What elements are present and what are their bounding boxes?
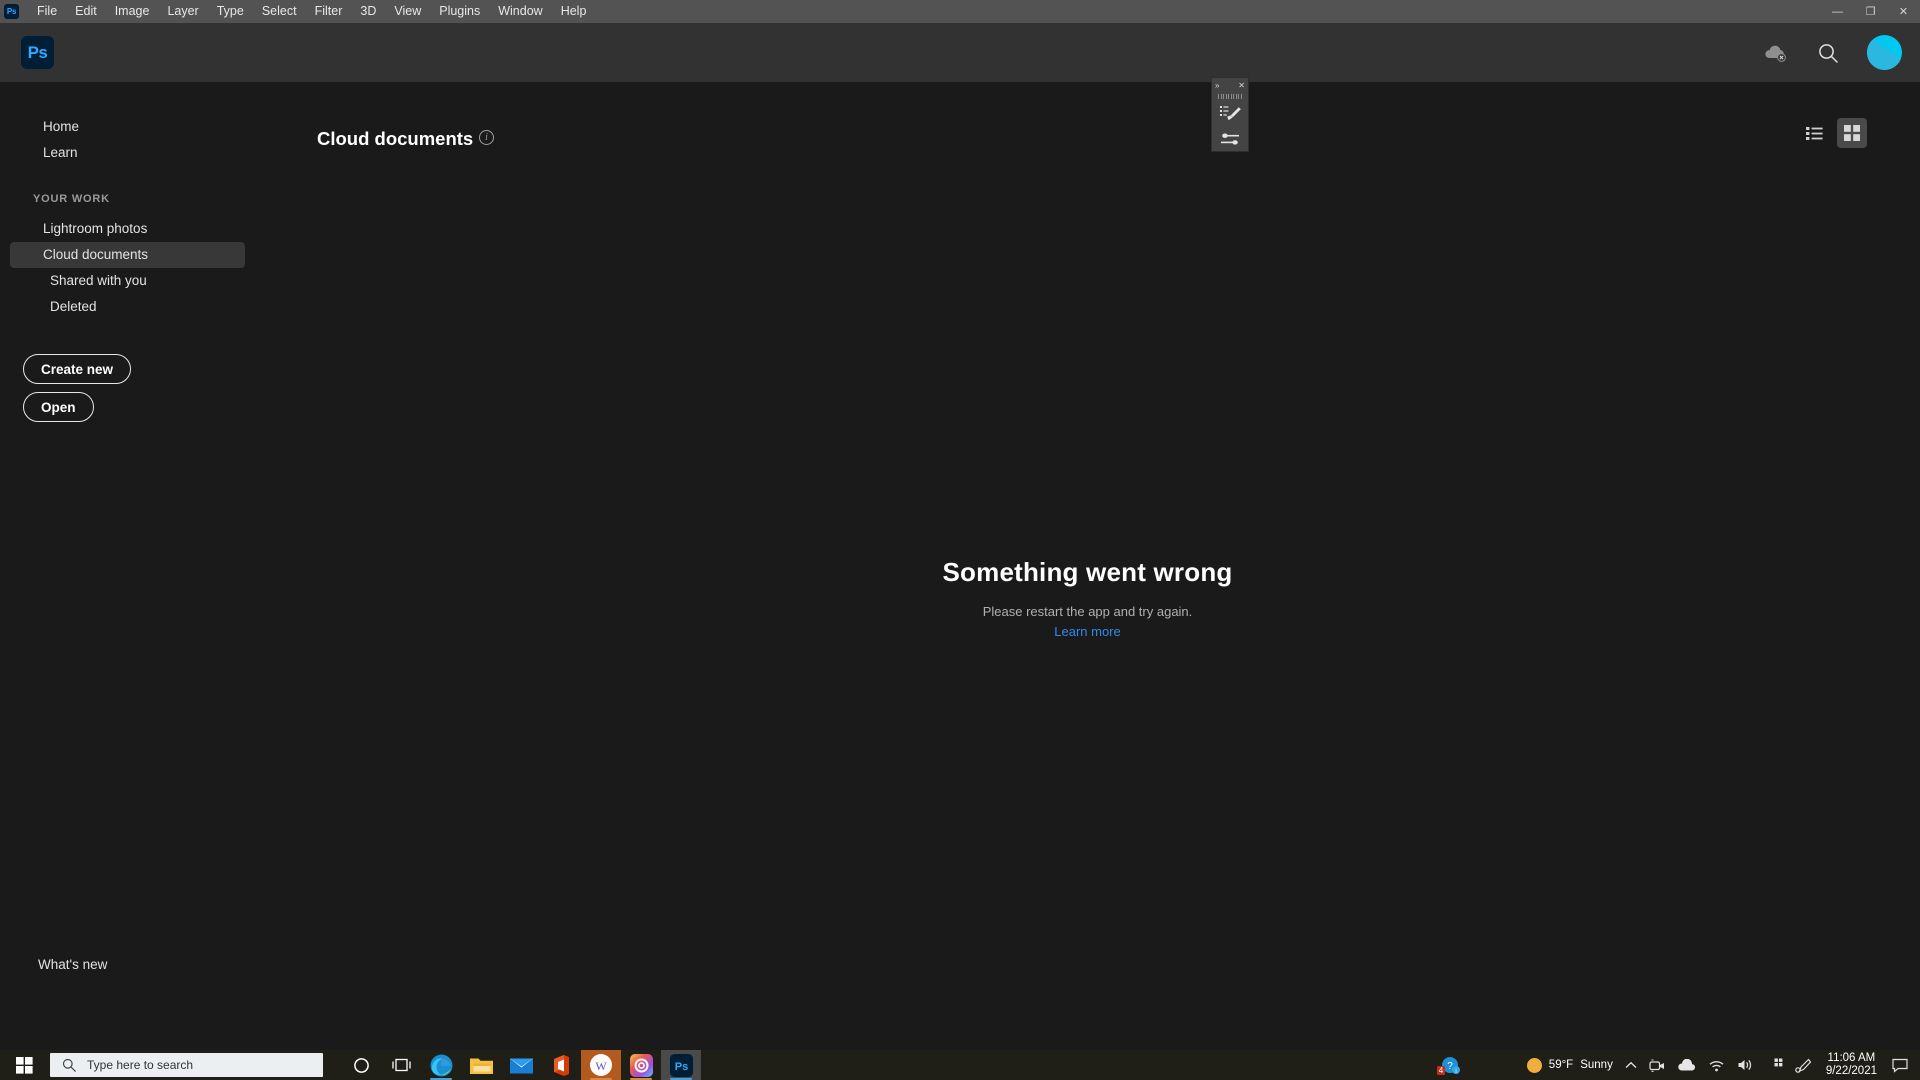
- weather-condition: Sunny: [1580, 1059, 1613, 1071]
- menu-item-select[interactable]: Select: [253, 0, 306, 23]
- clock-date: 9/22/2021: [1825, 1065, 1877, 1077]
- error-state: Something went wrong Please restart the …: [255, 82, 1920, 641]
- onedrive-icon[interactable]: [1671, 1050, 1702, 1080]
- notifications-icon[interactable]: [1886, 1050, 1920, 1080]
- svg-text:i: i: [1455, 1069, 1456, 1075]
- wifi-icon[interactable]: [1702, 1050, 1731, 1080]
- app-header: Ps: [0, 23, 1920, 82]
- error-title: Something went wrong: [942, 557, 1233, 587]
- brush-presets-icon[interactable]: [1217, 103, 1243, 124]
- sidebar-item-deleted[interactable]: Deleted: [10, 294, 245, 320]
- microsoft-edge-icon[interactable]: [421, 1050, 461, 1080]
- main-content: Cloud documents i Something went wrong P…: [255, 82, 1920, 1050]
- menu-item-edit[interactable]: Edit: [66, 0, 106, 23]
- file-explorer-icon[interactable]: [461, 1050, 501, 1080]
- sidebar-work-nav: Lightroom photos Cloud documents Shared wi…: [0, 216, 255, 320]
- weather-widget[interactable]: 59°F Sunny: [1521, 1050, 1619, 1080]
- panel-titlebar: » ✕: [1212, 78, 1248, 93]
- system-tray: ? i 59°F Sunny 4 11:06 AM 9/22/2021: [1435, 1050, 1920, 1080]
- search-icon: [62, 1058, 76, 1072]
- header-actions: [1763, 23, 1902, 82]
- sidebar-item-home[interactable]: Home: [10, 114, 245, 140]
- menu-item-file[interactable]: File: [28, 0, 66, 23]
- panel-drag-handle[interactable]: [1212, 93, 1248, 100]
- start-button[interactable]: [0, 1050, 48, 1080]
- volume-icon[interactable]: [1731, 1050, 1760, 1080]
- search-icon[interactable]: [1815, 40, 1841, 66]
- menu-item-window[interactable]: Window: [489, 0, 551, 23]
- menu-item-image[interactable]: Image: [106, 0, 159, 23]
- taskbar-search-placeholder: Type here to search: [87, 1058, 194, 1072]
- menu-item-help[interactable]: Help: [552, 0, 596, 23]
- menu-item-filter[interactable]: Filter: [306, 0, 352, 23]
- taskbar-search-box[interactable]: Type here to search: [50, 1053, 323, 1077]
- photoshop-logo: Ps: [21, 36, 54, 69]
- w-app-icon[interactable]: W: [581, 1050, 621, 1080]
- minimize-button[interactable]: —: [1821, 0, 1854, 23]
- error-subtitle: Please restart the app and try again.: [982, 604, 1193, 619]
- sidebar-item-shared-with-you[interactable]: Shared with you: [10, 268, 245, 294]
- sidebar-group-label: YOUR WORK: [33, 193, 110, 205]
- pen-icon[interactable]: [1789, 1050, 1817, 1080]
- close-button[interactable]: ✕: [1887, 0, 1920, 23]
- whats-new-link[interactable]: What's new: [38, 957, 107, 972]
- weather-temperature: 59°F: [1548, 1059, 1574, 1071]
- cloud-offline-icon[interactable]: [1763, 40, 1789, 66]
- learn-more-link[interactable]: Learn more: [1054, 624, 1120, 639]
- sidebar-item-cloud-documents[interactable]: Cloud documents: [10, 242, 245, 268]
- svg-text:Ps: Ps: [674, 1061, 687, 1073]
- create-new-button[interactable]: Create new: [23, 354, 132, 384]
- photoshop-icon[interactable]: Ps: [661, 1050, 701, 1080]
- camera-icon[interactable]: [1643, 1050, 1671, 1080]
- sun-icon: [1526, 1057, 1542, 1073]
- open-button[interactable]: Open: [23, 392, 94, 422]
- clock-time: 11:06 AM: [1827, 1052, 1876, 1064]
- cortana-icon[interactable]: [341, 1050, 381, 1080]
- panel-close-icon[interactable]: ✕: [1238, 81, 1245, 90]
- office-icon[interactable]: [541, 1050, 581, 1080]
- sidebar-item-lightroom-photos[interactable]: Lightroom photos: [10, 216, 245, 242]
- menu-item-3d[interactable]: 3D: [351, 0, 385, 23]
- windows-taskbar: Type here to search W Ps ? i 59°F Sunny …: [0, 1050, 1920, 1080]
- restore-button[interactable]: ❐: [1854, 0, 1887, 23]
- help-icon[interactable]: ? i: [1435, 1050, 1466, 1080]
- sidebar-primary-nav: Home Learn: [0, 82, 255, 166]
- avatar[interactable]: [1867, 35, 1902, 70]
- floating-tool-panel[interactable]: » ✕: [1211, 77, 1249, 152]
- notification-count-icon[interactable]: 4: [1436, 1050, 1789, 1080]
- menu-items: File Edit Image Layer Type Select Filter 3D View…: [28, 0, 595, 23]
- menu-item-plugins[interactable]: Plugins: [430, 0, 489, 23]
- app-icon-small: Ps: [4, 4, 19, 19]
- task-view-icon[interactable]: [381, 1050, 421, 1080]
- panel-collapse-icon[interactable]: »: [1215, 81, 1219, 90]
- mail-icon[interactable]: [501, 1050, 541, 1080]
- menu-item-layer[interactable]: Layer: [158, 0, 207, 23]
- sidebar-item-learn[interactable]: Learn: [10, 140, 245, 166]
- menu-item-type[interactable]: Type: [208, 0, 253, 23]
- taskbar-clock[interactable]: 11:06 AM 9/22/2021: [1817, 1052, 1886, 1078]
- svg-text:W: W: [595, 1059, 607, 1073]
- menu-bar: Ps File Edit Image Layer Type Select Filter 3D V…: [0, 0, 1920, 23]
- window-controls: — ❐ ✕: [1821, 0, 1920, 23]
- sidebar: Home Learn YOUR WORK Lightroom photos Clou…: [0, 82, 255, 1050]
- photoshop-window: Ps File Edit Image Layer Type Select Filter 3D V…: [0, 0, 1920, 1080]
- creative-cloud-icon[interactable]: [621, 1050, 661, 1080]
- panel-tools: [1212, 100, 1248, 150]
- show-hidden-icons-chevron[interactable]: [1619, 1050, 1643, 1080]
- brush-settings-icon[interactable]: [1217, 129, 1243, 150]
- menu-item-view[interactable]: View: [385, 0, 430, 23]
- notification-badge: 4: [1436, 1066, 1446, 1075]
